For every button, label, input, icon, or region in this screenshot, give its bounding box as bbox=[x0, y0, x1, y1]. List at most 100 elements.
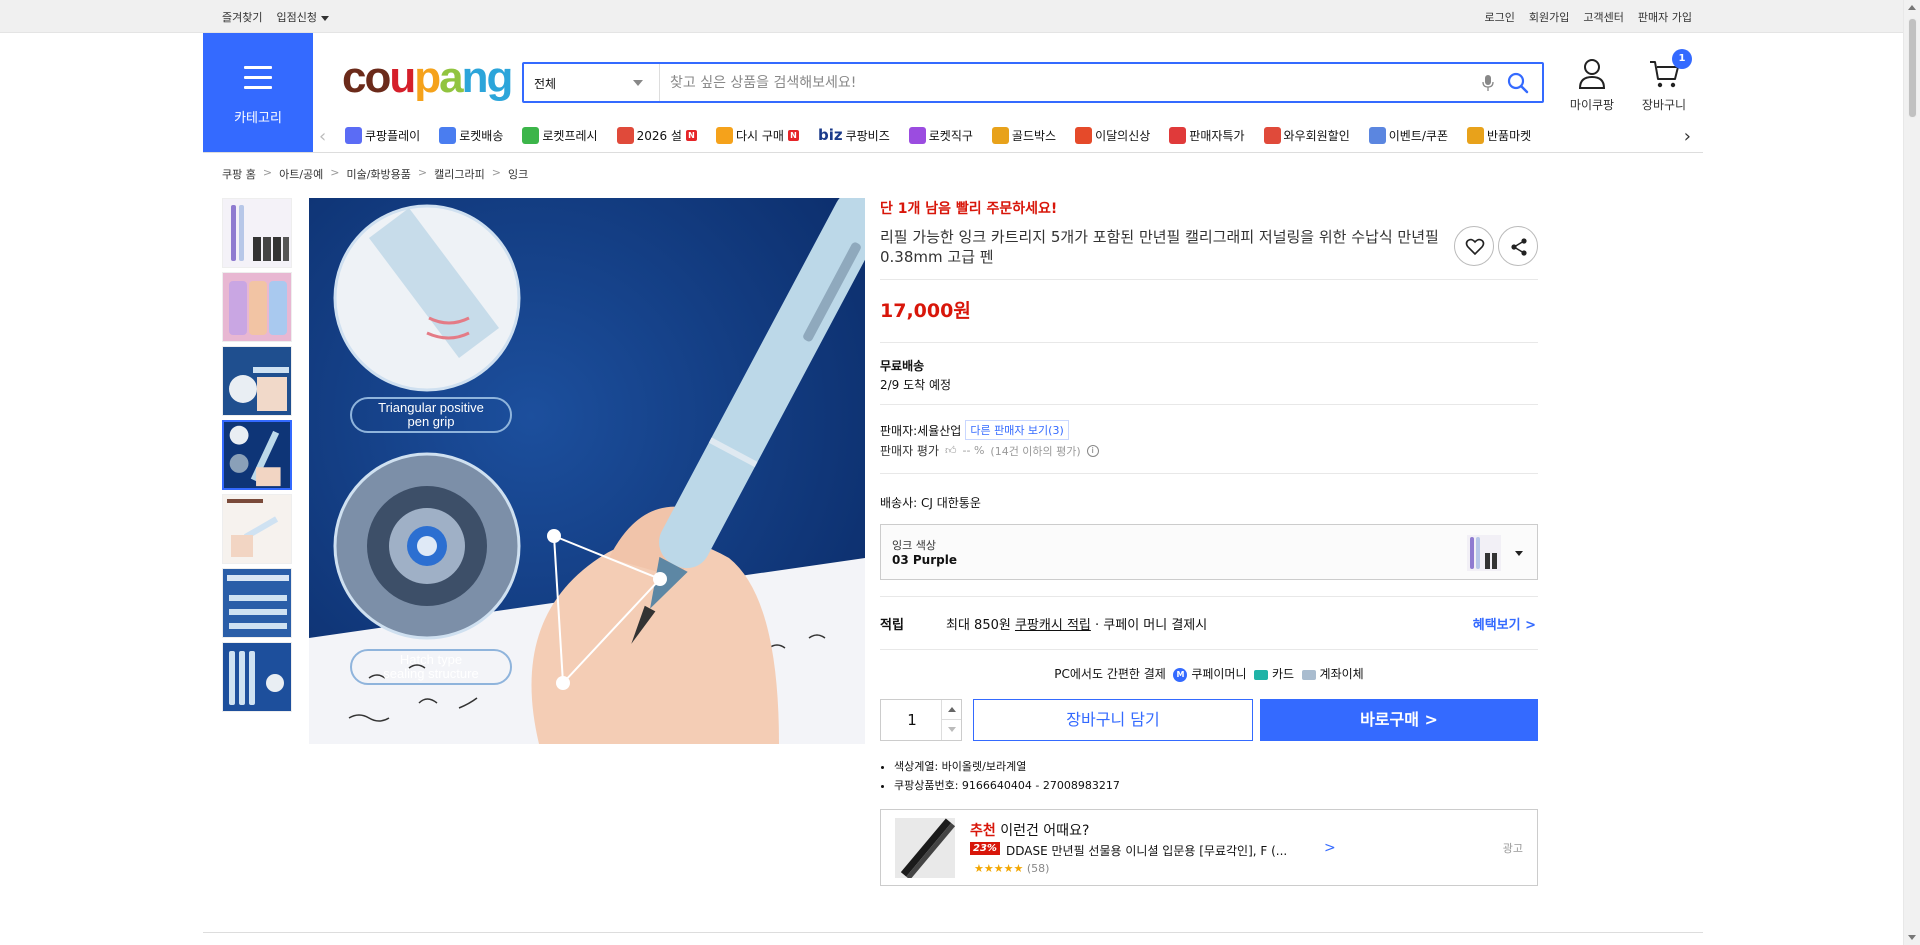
nav-item-label: 2026 설 bbox=[636, 128, 682, 143]
buy-now-button[interactable]: 바로구매 > bbox=[1260, 699, 1538, 741]
quantity-decrease-button[interactable] bbox=[941, 720, 961, 740]
thumbnail-7[interactable] bbox=[222, 642, 292, 712]
wishlist-button[interactable] bbox=[1454, 226, 1494, 266]
thumbs-up-icon: 👍︎ bbox=[945, 444, 957, 457]
category-label: 카테고리 bbox=[234, 111, 282, 126]
breadcrumb-item[interactable]: 아트/공예 bbox=[279, 166, 323, 182]
category-menu-button[interactable]: 카테고리 bbox=[203, 33, 313, 152]
thumbnail-4[interactable] bbox=[222, 420, 292, 490]
nav-item[interactable]: 2026 설N bbox=[616, 126, 697, 144]
attribute-product-number: 쿠팡상품번호: 9166640404 - 27008983217 bbox=[894, 776, 1120, 795]
search-input[interactable] bbox=[670, 72, 1470, 94]
nav-icon bbox=[522, 126, 540, 144]
nav-item[interactable]: 로켓프레시 bbox=[522, 126, 598, 144]
recommendation-card[interactable]: 추천 이런건 어때요? 23% DDASE 만년필 선물용 이니셜 입문용 [무… bbox=[880, 809, 1538, 886]
review-count: (58) bbox=[1026, 862, 1050, 875]
mic-icon[interactable] bbox=[1482, 74, 1494, 92]
nav-item[interactable]: 골드박스 bbox=[991, 126, 1056, 144]
biz-logo: biz bbox=[817, 126, 843, 144]
ink-color-select[interactable]: 잉크 색상 03 Purple bbox=[880, 524, 1538, 580]
reward-text: 최대 850원 쿠팡캐시 적립 · 쿠페이 머니 결제시 bbox=[946, 614, 1207, 633]
nav-item[interactable]: biz 쿠팡비즈 bbox=[818, 126, 890, 144]
pay-card: 카드 bbox=[1271, 667, 1295, 681]
pay-title: PC에서도 간편한 결제 bbox=[1054, 667, 1166, 681]
heart-icon bbox=[1465, 238, 1485, 256]
thumbnail-6[interactable] bbox=[222, 568, 292, 638]
breadcrumb-item[interactable]: 잉크 bbox=[508, 166, 528, 182]
nav-item[interactable]: 와우회원할인 bbox=[1263, 126, 1350, 144]
cash-reward-link[interactable]: 쿠팡캐시 적립 bbox=[1015, 618, 1091, 633]
nav-icon bbox=[908, 126, 926, 144]
logo-letter: a bbox=[439, 53, 464, 102]
share-button[interactable] bbox=[1498, 226, 1538, 266]
thumbnail-1[interactable] bbox=[222, 198, 292, 268]
nav-item-label: 로켓직구 bbox=[928, 128, 973, 143]
quantity-input[interactable]: 1 bbox=[881, 700, 943, 740]
seller-name[interactable]: 세율산업 bbox=[917, 424, 961, 438]
info-icon[interactable]: i bbox=[1086, 444, 1099, 457]
my-coupang-label: 마이쿠팡 bbox=[1569, 98, 1615, 112]
nav-item[interactable]: 이달의신상 bbox=[1075, 126, 1150, 144]
nav-icon bbox=[345, 126, 362, 144]
divider bbox=[880, 596, 1538, 597]
chevron-right-icon[interactable]: > bbox=[1324, 840, 1336, 856]
login-link[interactable]: 로그인 bbox=[1485, 9, 1515, 25]
svg-text:sealing structure: sealing structure bbox=[383, 666, 478, 681]
thumbnail-3[interactable] bbox=[222, 346, 292, 416]
add-to-cart-button[interactable]: 장바구니 담기 bbox=[973, 699, 1253, 741]
breadcrumb-item[interactable]: 미술/화방용품 bbox=[346, 166, 410, 182]
breadcrumb-separator: > bbox=[262, 166, 273, 179]
nav-item-label: 반품마켓 bbox=[1487, 128, 1532, 143]
page-scrollbar[interactable] bbox=[1903, 0, 1920, 945]
nav-item[interactable]: 로켓배송 bbox=[439, 126, 503, 144]
search-category-select[interactable]: 전체 bbox=[524, 64, 660, 101]
nav-icon bbox=[1075, 126, 1093, 144]
nav-icon bbox=[1368, 126, 1386, 144]
signup-link[interactable]: 회원가입 bbox=[1529, 9, 1569, 25]
scrollbar-thumb[interactable] bbox=[1908, 18, 1917, 118]
other-sellers-button[interactable]: 다른 판매자 보기(3) bbox=[965, 420, 1069, 440]
quantity-increase-button[interactable] bbox=[941, 700, 961, 720]
svg-text:pen grip: pen grip bbox=[408, 414, 455, 429]
nav-item[interactable]: 반품마켓 bbox=[1467, 126, 1531, 144]
seller-rating-row: 판매자 평가 👍︎ -- % (14건 이하의 평가) i bbox=[880, 442, 1099, 459]
divider bbox=[880, 473, 1538, 474]
product-main-image[interactable]: Triangular positive pen grip Hatch type … bbox=[309, 198, 865, 744]
nav-item[interactable]: 다시 구매 N bbox=[715, 126, 799, 144]
bank-icon bbox=[1301, 669, 1316, 680]
nav-item[interactable]: 이벤트/쿠폰 bbox=[1368, 126, 1448, 144]
share-icon bbox=[1511, 238, 1527, 256]
nav-item-label: 쿠팡비즈 bbox=[845, 128, 890, 143]
card-icon bbox=[1254, 669, 1269, 680]
divider bbox=[203, 152, 1703, 153]
nav-icon bbox=[616, 126, 634, 144]
seller-label: 판매자:세율산업 bbox=[880, 422, 961, 439]
vendor-apply-link[interactable]: 입점신청 bbox=[276, 9, 329, 25]
favorites-link[interactable]: 즐겨찾기 bbox=[222, 9, 262, 25]
chevron-left-icon[interactable]: ‹ bbox=[319, 126, 326, 147]
reward-text-1: 최대 850원 bbox=[946, 618, 1015, 633]
scroll-down-icon[interactable] bbox=[1908, 935, 1916, 940]
image-caption-sealing: Hatch type bbox=[400, 652, 462, 667]
seller-signup-link[interactable]: 판매자 가입 bbox=[1638, 9, 1692, 25]
new-badge: N bbox=[685, 129, 697, 141]
thumbnail-2[interactable] bbox=[222, 272, 292, 342]
nav-item[interactable]: 로켓직구 bbox=[908, 126, 973, 144]
thumbnail-5[interactable] bbox=[222, 494, 292, 564]
nav-item[interactable]: 판매자특가 bbox=[1169, 126, 1245, 144]
search-icon[interactable] bbox=[1507, 72, 1529, 94]
breadcrumb-item[interactable]: 쿠팡 홈 bbox=[222, 166, 256, 182]
nav-item[interactable]: 쿠팡플레이 bbox=[345, 126, 420, 144]
quantity-stepper: 1 bbox=[880, 699, 962, 741]
cart-button[interactable]: 장바구니 1 bbox=[1636, 49, 1692, 113]
benefits-link[interactable]: 혜택보기 > bbox=[1473, 614, 1536, 633]
nav-icon bbox=[1263, 126, 1281, 144]
coupang-logo[interactable]: coupang bbox=[342, 53, 513, 103]
nav-icon bbox=[439, 126, 457, 144]
customer-center-link[interactable]: 고객센터 bbox=[1583, 9, 1623, 25]
chevron-down-icon bbox=[633, 80, 643, 86]
breadcrumb-item[interactable]: 캘리그라피 bbox=[434, 166, 485, 182]
scroll-up-icon[interactable] bbox=[1908, 5, 1916, 10]
chevron-right-icon[interactable]: › bbox=[1684, 126, 1691, 147]
my-coupang-button[interactable]: 마이쿠팡 bbox=[1564, 58, 1620, 113]
